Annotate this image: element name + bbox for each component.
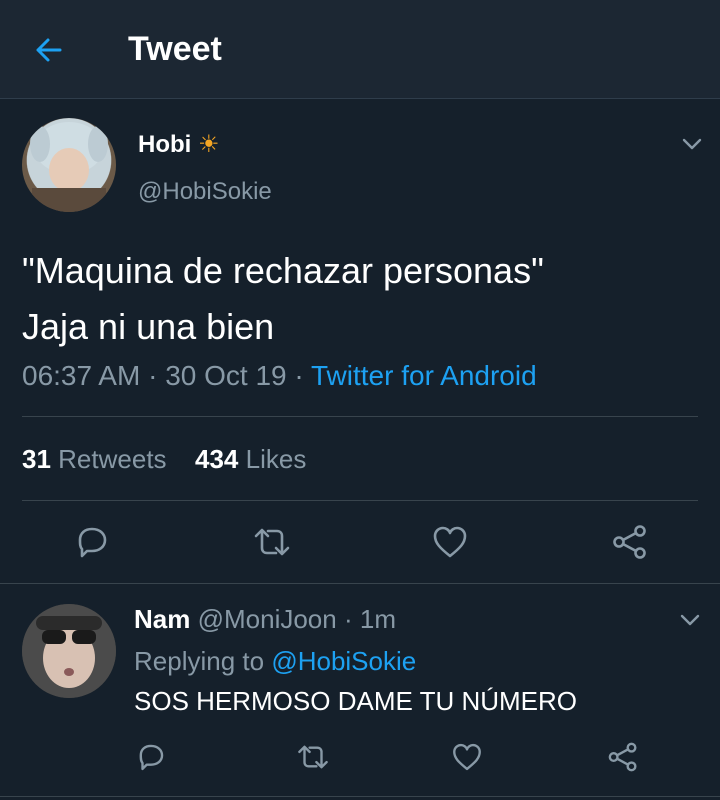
share-button[interactable] [610,522,650,562]
divider [22,500,698,501]
reply-icon [139,744,164,771]
retweet-button[interactable] [252,522,292,562]
likes-count: 434 [195,444,239,474]
replying-to: Replying to @HobiSokie [134,646,416,677]
replying-to-handle[interactable]: @HobiSokie [271,646,416,676]
tweet-source-link[interactable]: Twitter for Android [311,360,537,391]
author-handle[interactable]: @HobiSokie [138,178,272,206]
meta-separator: · [294,360,304,391]
meta-separator: · [343,604,353,634]
divider [0,583,720,584]
like-button[interactable] [450,740,484,774]
tweet-text-line: "Maquina de rechazar personas" [22,250,544,291]
tweet-text-line: Jaja ni una bien [22,306,275,347]
likes-stat[interactable]: 434 Likes [195,444,306,474]
retweets-count: 31 [22,444,51,474]
meta-separator: · [148,360,158,391]
like-button[interactable] [430,522,470,562]
reply-author-name[interactable]: Nam [134,604,190,634]
author-name[interactable]: Hobi [138,131,191,158]
chevron-down-icon [682,138,702,150]
author-avatar[interactable] [22,118,116,212]
like-icon [453,743,481,771]
reply-author-handle[interactable]: @MoniJoon [198,604,337,634]
avatar-image [22,604,116,698]
tweet-date: 30 Oct 19 [165,360,287,391]
retweet-icon [298,745,328,769]
share-icon [608,742,637,772]
replying-to-label: Replying to [134,646,265,676]
arrow-left-icon [36,38,62,62]
share-button[interactable] [606,740,640,774]
back-button[interactable] [30,30,70,70]
likes-label: Likes [245,444,307,474]
reply-author-row: Nam @MoniJoon · 1m [134,604,396,635]
tweet-author-row: Hobi ☀ [138,130,220,159]
divider [0,796,720,797]
sun-emoji-icon: ☀ [198,131,220,158]
reply-text: SOS HERMOSO DAME TU NÚMERO [134,686,578,716]
reply-author-avatar[interactable] [22,604,116,698]
retweets-stat[interactable]: 31 Retweets [22,444,174,474]
top-bar: Tweet [0,0,720,99]
share-icon [613,525,646,559]
reply-button[interactable] [72,522,112,562]
divider [22,416,698,417]
tweet-meta: 06:37 AM · 30 Oct 19 · Twitter for Andro… [22,360,537,392]
tweet-stats: 31 Retweets 434 Likes [22,444,306,475]
avatar-image [30,122,108,212]
retweet-icon [254,528,290,556]
page-title: Tweet [128,30,222,68]
retweets-label: Retweets [58,444,167,474]
reply-icon [78,527,107,558]
reply-menu-button[interactable] [678,608,702,632]
tweet-menu-button[interactable] [680,132,704,156]
like-icon [433,526,467,558]
retweet-button[interactable] [296,740,330,774]
tweet-time: 06:37 AM [22,360,141,391]
reply-button[interactable] [134,740,168,774]
reply-time: 1m [359,604,396,634]
chevron-down-icon [680,614,700,626]
tweet-text: "Maquina de rechazar personas" Jaja ni u… [22,243,544,355]
